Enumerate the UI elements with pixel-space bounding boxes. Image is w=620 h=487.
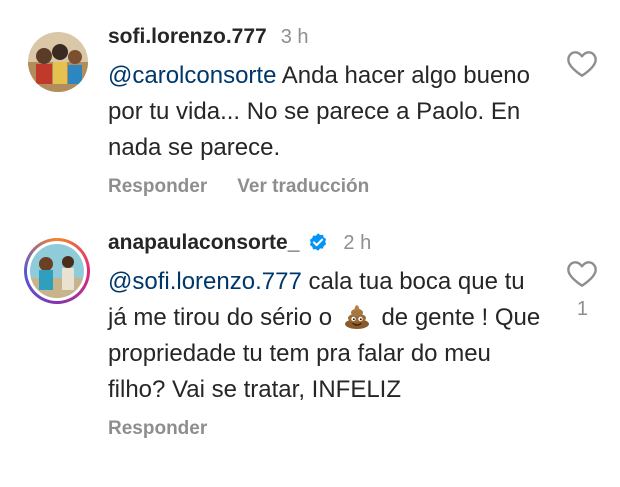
comment-mention[interactable]: @sofi.lorenzo.777 bbox=[108, 268, 302, 295]
comment-actions: Responder bbox=[108, 418, 548, 440]
comment-body: anapaulaconsorte_ 2 h @sofi.lorenzo.777 … bbox=[108, 228, 548, 440]
avatar[interactable] bbox=[28, 32, 88, 92]
avatar-image bbox=[28, 32, 88, 92]
comment-time: 2 h bbox=[343, 231, 372, 254]
avatar-image bbox=[30, 244, 84, 298]
comment-mention[interactable]: @carolconsorte bbox=[108, 62, 276, 89]
comment-header: sofi.lorenzo.777 3 h bbox=[108, 22, 548, 52]
reply-button[interactable]: Responder bbox=[108, 418, 207, 440]
comment-username[interactable]: sofi.lorenzo.777 bbox=[108, 25, 267, 49]
comment-body: sofi.lorenzo.777 3 h @carolconsorte Anda… bbox=[108, 22, 548, 198]
comment-text: @carolconsorte Anda hacer algo bueno por… bbox=[108, 58, 548, 166]
reply-button[interactable]: Responder bbox=[108, 176, 207, 198]
comment-text: @sofi.lorenzo.777 cala tua boca que tu j… bbox=[108, 264, 548, 408]
like-count: 1 bbox=[576, 298, 588, 320]
heart-icon[interactable] bbox=[566, 258, 598, 288]
avatar[interactable] bbox=[24, 238, 90, 304]
verified-badge-icon bbox=[307, 232, 329, 254]
translate-button[interactable]: Ver traducción bbox=[237, 176, 369, 198]
comment-header: anapaulaconsorte_ 2 h bbox=[108, 228, 548, 258]
comment-actions: Responder Ver traducción bbox=[108, 176, 548, 198]
pile-of-poo-icon bbox=[343, 302, 371, 330]
comment-username[interactable]: anapaulaconsorte_ bbox=[108, 231, 299, 255]
comment-time: 3 h bbox=[280, 25, 309, 48]
heart-icon[interactable] bbox=[566, 48, 598, 78]
